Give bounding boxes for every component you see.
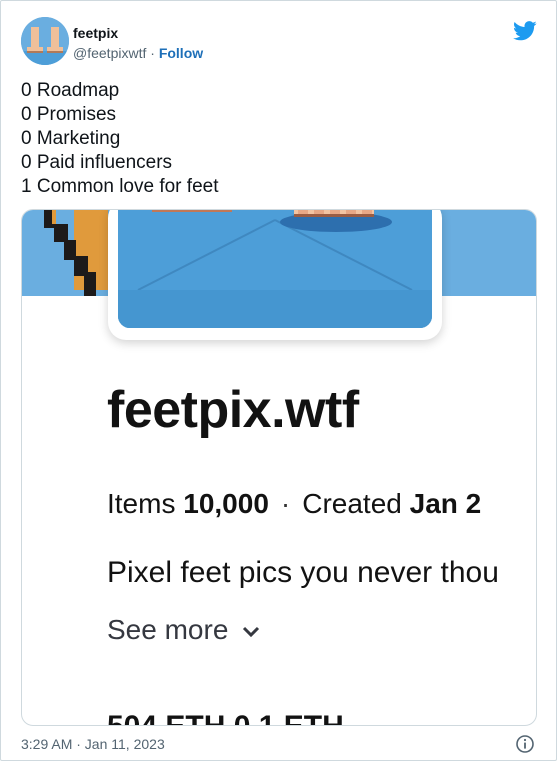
collection-meta: Items 10,000 · Created Jan 2	[107, 488, 481, 520]
tweet-line: 0 Roadmap	[21, 80, 120, 101]
tweet-timestamp[interactable]: 3:29 AM · Jan 11, 2023	[21, 736, 165, 752]
handle-line: @feetpixwtf · Follow	[73, 45, 203, 61]
display-name[interactable]: feetpix	[73, 25, 118, 41]
collection-description: Pixel feet pics you never thou	[107, 556, 499, 589]
follow-link[interactable]: Follow	[159, 45, 203, 61]
handle-separator: ·	[146, 45, 159, 61]
twitter-bird-icon[interactable]	[513, 21, 537, 41]
tweet-media-image[interactable]: feetpix.wtf Items 10,000 · Created Jan 2 P…	[21, 209, 537, 726]
see-more-button: See more	[107, 614, 260, 646]
tweet-text: 0 Roadmap 0 Promises 0 Marketing 0 Paid …	[21, 79, 218, 199]
user-handle[interactable]: @feetpixwtf	[73, 45, 146, 61]
tweet-line: 0 Marketing	[21, 128, 121, 149]
meta-separator: ·	[280, 488, 291, 519]
created-value: Jan 2	[409, 488, 482, 519]
collection-title: feetpix.wtf	[107, 381, 359, 439]
see-more-label: See more	[107, 614, 229, 645]
collection-logo	[108, 210, 442, 340]
items-value: 10,000	[183, 488, 269, 519]
tweet-line: 0 Paid influencers	[21, 152, 173, 173]
chevron-down-icon	[243, 626, 260, 637]
created-label: Created	[302, 488, 402, 519]
tweet-card: feetpix @feetpixwtf · Follow 0 Roadmap 0…	[0, 0, 557, 761]
tweet-line: 0 Promises	[21, 104, 117, 125]
avatar[interactable]	[21, 17, 69, 65]
info-icon[interactable]	[515, 734, 535, 754]
tweet-line: 1 Common love for feet	[21, 176, 219, 197]
collection-stats-cut: 504 ETH 0.1 ETH	[107, 710, 344, 725]
items-label: Items	[107, 488, 176, 519]
